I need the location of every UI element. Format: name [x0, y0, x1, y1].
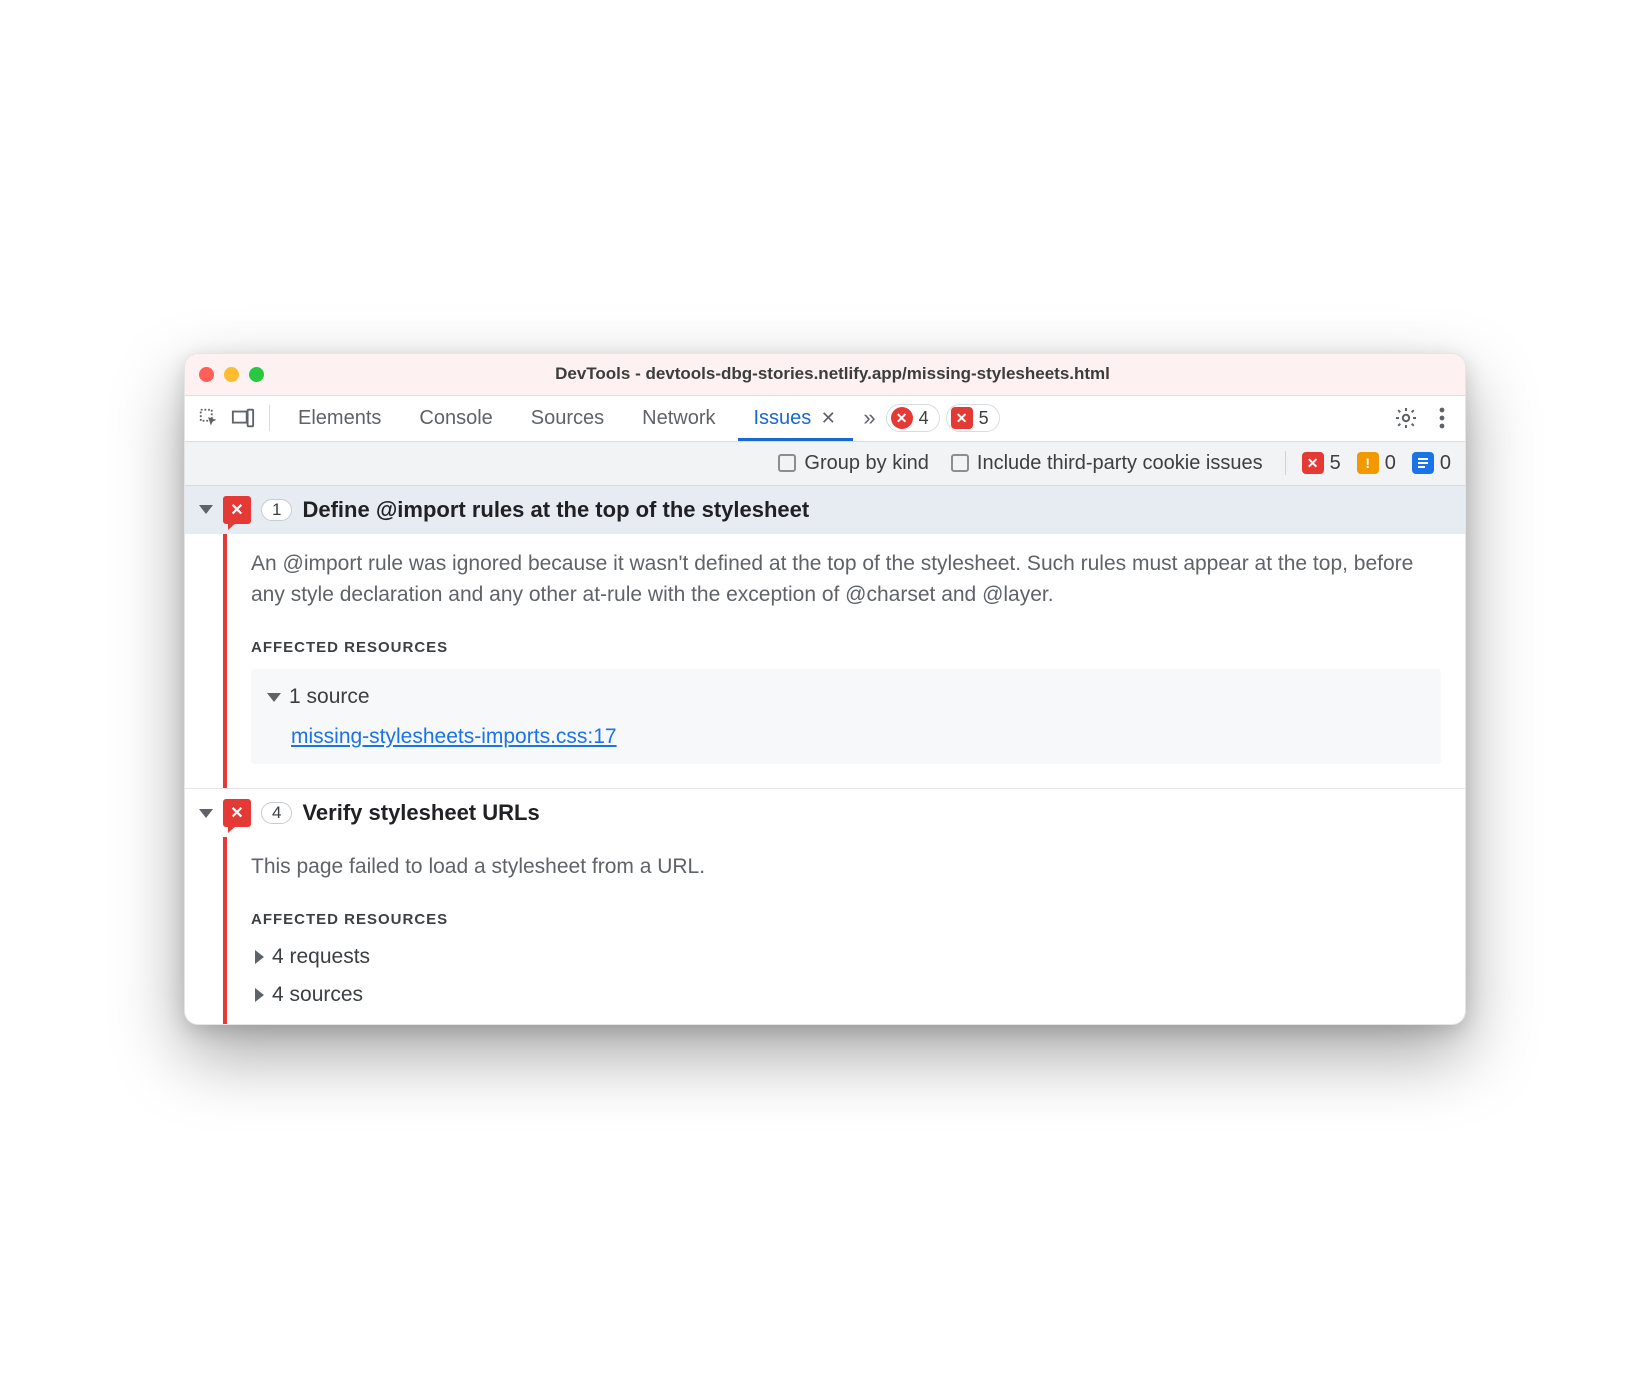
group-by-kind-checkbox[interactable]: Group by kind	[778, 452, 929, 475]
requests-summary-row[interactable]: 4 requests	[255, 941, 1441, 973]
error-square-icon: ✕	[1302, 452, 1324, 474]
checkbox-icon	[778, 454, 796, 472]
settings-gear-icon[interactable]	[1393, 405, 1419, 431]
source-link[interactable]: missing-stylesheets-imports.css:17	[291, 721, 617, 753]
filterbar-separator	[1285, 451, 1286, 475]
devtools-window: DevTools - devtools-dbg-stories.netlify.…	[184, 353, 1466, 1026]
maximize-window-button[interactable]	[249, 367, 264, 382]
error-count[interactable]: ✕ 5	[1302, 452, 1341, 475]
minimize-window-button[interactable]	[224, 367, 239, 382]
checkbox-icon	[951, 454, 969, 472]
issue-item: ✕ 1 Define @import rules at the top of t…	[185, 486, 1465, 790]
issue-count-pill: 1	[261, 499, 292, 521]
inspect-element-icon[interactable]	[195, 404, 223, 432]
include-third-party-label: Include third-party cookie issues	[977, 452, 1263, 475]
more-tabs-icon[interactable]: »	[859, 405, 879, 431]
issue-description: An @import rule was ignored because it w…	[251, 548, 1441, 611]
sources-summary-row[interactable]: 4 sources	[255, 979, 1441, 1011]
toolbar-separator	[269, 405, 270, 431]
device-toolbar-icon[interactable]	[229, 404, 257, 432]
issues-count: 5	[979, 408, 989, 429]
affected-resources-label: AFFECTED RESOURCES	[251, 637, 1441, 660]
issue-header[interactable]: ✕ 1 Define @import rules at the top of t…	[185, 486, 1465, 534]
close-tab-icon[interactable]: ✕	[819, 409, 837, 427]
expand-triangle-icon	[199, 505, 213, 514]
expand-triangle-icon	[199, 809, 213, 818]
tab-elements[interactable]: Elements	[282, 395, 397, 441]
main-toolbar: Elements Console Sources Network Issues …	[185, 396, 1465, 442]
expand-triangle-icon	[267, 693, 281, 702]
tab-sources[interactable]: Sources	[515, 395, 620, 441]
issues-filterbar: Group by kind Include third-party cookie…	[185, 442, 1465, 486]
collapse-triangle-icon	[255, 950, 264, 964]
issues-badge[interactable]: ✕ 5	[946, 404, 1000, 432]
traffic-lights	[199, 367, 264, 382]
sources-summary-text: 4 sources	[272, 979, 363, 1011]
issue-item: ✕ 4 Verify stylesheet URLs This page fai…	[185, 789, 1465, 1024]
requests-summary-text: 4 requests	[272, 941, 370, 973]
tab-issues-label: Issues	[754, 407, 812, 430]
issue-description: This page failed to load a stylesheet fr…	[251, 851, 1441, 883]
info-square-icon	[1412, 452, 1434, 474]
tab-network[interactable]: Network	[626, 395, 731, 441]
issue-count-pill: 4	[261, 802, 292, 824]
affected-resources-box: 1 source missing-stylesheets-imports.css…	[251, 669, 1441, 764]
console-errors-badge[interactable]: ✕ 4	[886, 404, 940, 432]
info-count[interactable]: 0	[1412, 452, 1451, 475]
tab-issues[interactable]: Issues ✕	[738, 395, 854, 441]
include-third-party-checkbox[interactable]: Include third-party cookie issues	[951, 452, 1263, 475]
source-summary-text: 1 source	[289, 681, 370, 713]
issue-error-bubble-icon: ✕	[223, 799, 251, 827]
filterbar-counts: ✕ 5 ! 0 0	[1285, 451, 1451, 475]
kebab-menu-icon[interactable]	[1429, 405, 1455, 431]
affected-resources-label: AFFECTED RESOURCES	[251, 909, 1441, 932]
info-count-value: 0	[1440, 452, 1451, 475]
toolbar-right	[1393, 405, 1455, 431]
collapse-triangle-icon	[255, 988, 264, 1002]
error-count-value: 5	[1330, 452, 1341, 475]
issue-title: Define @import rules at the top of the s…	[302, 497, 809, 523]
window-title: DevTools - devtools-dbg-stories.netlify.…	[264, 364, 1451, 384]
titlebar: DevTools - devtools-dbg-stories.netlify.…	[185, 354, 1465, 396]
console-errors-count: 4	[919, 408, 929, 429]
warning-square-icon: !	[1357, 452, 1379, 474]
issue-body: This page failed to load a stylesheet fr…	[223, 837, 1465, 1024]
issue-title: Verify stylesheet URLs	[302, 800, 539, 826]
close-window-button[interactable]	[199, 367, 214, 382]
warning-count-value: 0	[1385, 452, 1396, 475]
tab-console[interactable]: Console	[403, 395, 508, 441]
group-by-kind-label: Group by kind	[804, 452, 929, 475]
source-summary-row[interactable]: 1 source	[267, 681, 1425, 713]
issue-error-bubble-icon: ✕	[223, 496, 251, 524]
warning-count[interactable]: ! 0	[1357, 452, 1396, 475]
error-square-icon: ✕	[951, 407, 973, 429]
error-circle-icon: ✕	[891, 407, 913, 429]
issue-body: An @import rule was ignored because it w…	[223, 534, 1465, 789]
issue-header[interactable]: ✕ 4 Verify stylesheet URLs	[185, 789, 1465, 837]
